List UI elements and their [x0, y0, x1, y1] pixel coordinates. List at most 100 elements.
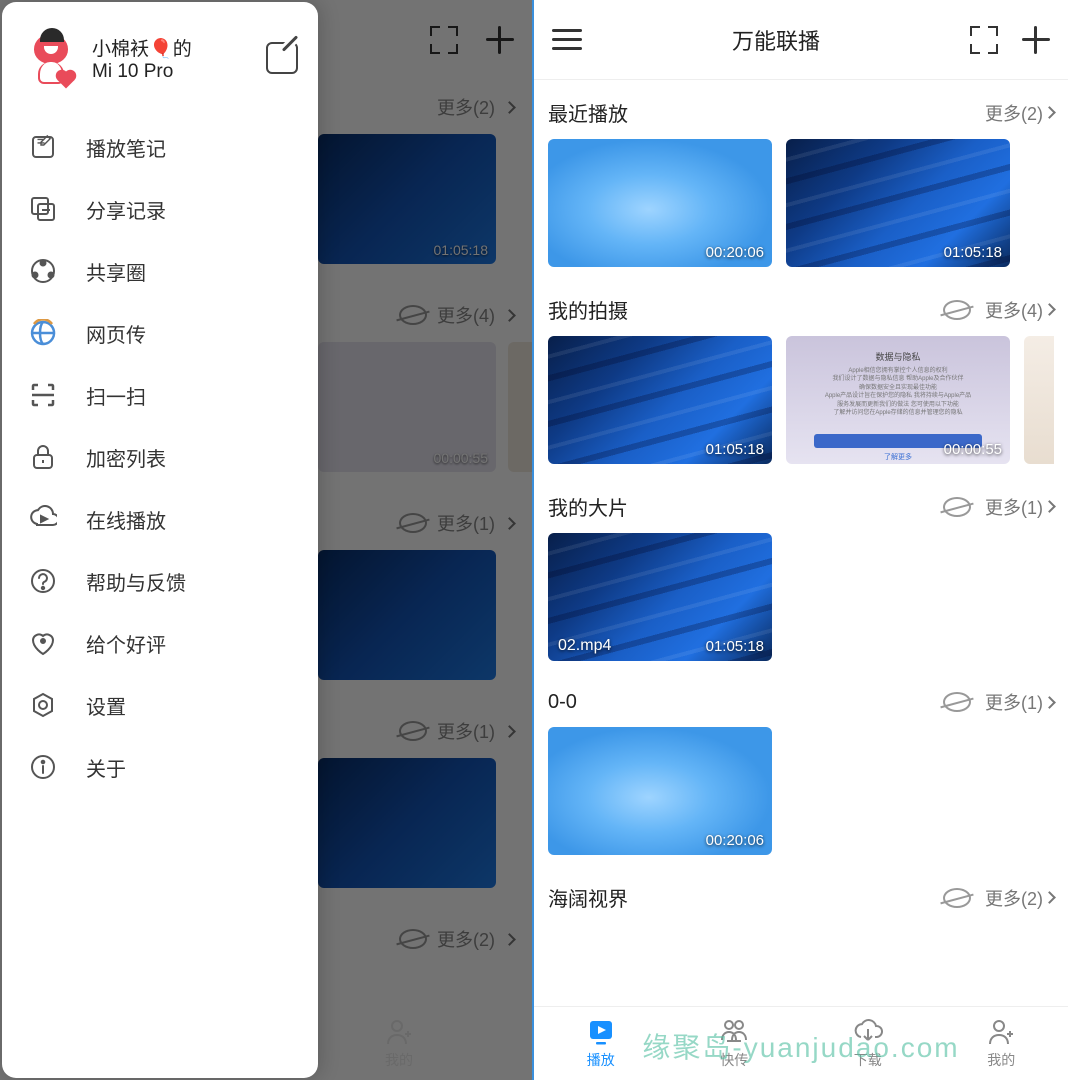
menu-label: 播放笔记: [86, 133, 166, 162]
menu-item-scan[interactable]: 扫一扫: [2, 364, 318, 426]
web-transfer-icon: [28, 318, 58, 348]
video-thumb[interactable]: 02.mp4 01:05:18: [548, 533, 772, 661]
section-header: 我的大片 更多(1): [548, 492, 1054, 521]
left-phone-screen: 更多(2) 01:05:18 更多(4) 00:00:55 更多(1) 更多(1…: [0, 0, 534, 1080]
side-drawer: 小棉袄🎈的 Mi 10 Pro 播放笔记分享记录共享圈网页传扫一扫加密列表在线播…: [2, 2, 318, 1078]
section-header: 海阔视界 更多(2): [548, 883, 1054, 912]
encrypted-icon: [28, 442, 58, 472]
drawer-title: 小棉袄🎈的 Mi 10 Pro: [92, 34, 252, 83]
thumbs-row: 00:20:06: [548, 727, 1054, 855]
edit-button[interactable]: [266, 42, 298, 74]
eye-off-icon[interactable]: [943, 692, 971, 712]
nav-label: 播放: [587, 1050, 615, 1070]
section-title: 我的拍摄: [548, 295, 943, 324]
section-title: 最近播放: [548, 98, 985, 127]
right-header: 万能联播: [534, 0, 1068, 80]
nav-download[interactable]: 下载: [853, 1017, 883, 1070]
chevron-icon: [1043, 500, 1056, 513]
video-thumb[interactable]: 数据与隐私Apple相信您拥有掌控个人信息的权利我们设计了数据与隐私信息 帮助A…: [786, 336, 1010, 464]
download-icon: [853, 1017, 883, 1047]
more-link[interactable]: 更多(4): [985, 297, 1054, 323]
duration: 00:00:55: [944, 441, 1002, 458]
scan-button[interactable]: [970, 26, 998, 54]
section-最近播放: 最近播放更多(2) 00:20:06 01:05:18: [534, 80, 1068, 277]
duration: 01:05:18: [944, 244, 1002, 261]
right-bottom-nav: 播放 快传 下载 我的: [534, 1006, 1068, 1080]
nav-mine[interactable]: 我的: [384, 1017, 414, 1070]
header-actions: [970, 26, 1050, 54]
user-name-suffix: 的: [173, 39, 192, 60]
more-link[interactable]: 更多(2): [985, 885, 1054, 911]
duration: 00:20:06: [706, 832, 764, 849]
nav-play[interactable]: 播放: [586, 1017, 616, 1070]
menu-label: 帮助与反馈: [86, 567, 186, 596]
share-log-icon: [28, 194, 58, 224]
chevron-icon: [1043, 106, 1056, 119]
rate-icon: [28, 628, 58, 658]
eye-off-icon[interactable]: [943, 300, 971, 320]
file-name: 02.mp4: [558, 637, 611, 655]
duration: 01:05:18: [706, 441, 764, 458]
menu-item-web-transfer[interactable]: 网页传: [2, 302, 318, 364]
menu-item-notes[interactable]: 播放笔记: [2, 116, 318, 178]
chevron-icon: [1043, 303, 1056, 316]
mine-icon: [986, 1017, 1016, 1047]
menu-label: 加密列表: [86, 443, 166, 472]
thumbs-row: 01:05:18 数据与隐私Apple相信您拥有掌控个人信息的权利我们设计了数据与…: [548, 336, 1054, 464]
add-button[interactable]: [1022, 26, 1050, 54]
thumbs-row: 00:20:06 01:05:18: [548, 139, 1054, 267]
more-link[interactable]: 更多(1): [985, 494, 1054, 520]
menu-label: 分享记录: [86, 195, 166, 224]
device-name: Mi 10 Pro: [92, 61, 252, 83]
nav-fast[interactable]: 快传: [719, 1017, 749, 1070]
menu-label: 网页传: [86, 319, 146, 348]
section-我的大片: 我的大片 更多(1) 02.mp4 01:05:18: [534, 474, 1068, 671]
nav-label: 快传: [720, 1050, 748, 1070]
more-link[interactable]: 更多(1): [985, 689, 1054, 715]
menu-item-help[interactable]: 帮助与反馈: [2, 550, 318, 612]
menu-label: 扫一扫: [86, 381, 146, 410]
section-title: 我的大片: [548, 492, 943, 521]
chevron-icon: [1043, 696, 1056, 709]
menu-item-settings[interactable]: 设置: [2, 674, 318, 736]
menu-label: 在线播放: [86, 505, 166, 534]
thumbs-row: 02.mp4 01:05:18: [548, 533, 1054, 661]
scan-icon: [28, 380, 58, 410]
nav-label: 下载: [854, 1050, 882, 1070]
video-thumb[interactable]: 00:20:06: [548, 727, 772, 855]
menu-label: 给个好评: [86, 629, 166, 658]
section-title: 海阔视界: [548, 883, 943, 912]
video-thumb[interactable]: 01:05:18: [786, 139, 1010, 267]
video-thumb[interactable]: 00:20:06: [548, 139, 772, 267]
about-icon: [28, 752, 58, 782]
menu-button[interactable]: [552, 29, 582, 50]
chevron-icon: [1043, 891, 1056, 904]
share-circle-icon: [28, 256, 58, 286]
nav-mine[interactable]: 我的: [986, 1017, 1016, 1070]
menu-item-about[interactable]: 关于: [2, 736, 318, 798]
notes-icon: [28, 132, 58, 162]
section-海阔视界: 海阔视界 更多(2): [534, 865, 1068, 934]
menu-item-share-log[interactable]: 分享记录: [2, 178, 318, 240]
section-header: 0-0更多(1): [548, 689, 1054, 715]
avatar[interactable]: [22, 30, 78, 86]
balloon-icon: 🎈: [149, 39, 173, 60]
eye-off-icon[interactable]: [943, 888, 971, 908]
duration: 01:05:18: [706, 638, 764, 655]
right-content[interactable]: 最近播放更多(2)00:20:0601:05:18我的拍摄更多(4)01:05:…: [534, 80, 1068, 1006]
menu-item-online-play[interactable]: 在线播放: [2, 488, 318, 550]
online-play-icon: [28, 504, 58, 534]
duration: 00:20:06: [706, 244, 764, 261]
video-thumb[interactable]: 01:05:18: [548, 336, 772, 464]
person-icon: [384, 1017, 414, 1047]
more-link[interactable]: 更多(2): [985, 100, 1054, 126]
play-icon: [586, 1017, 616, 1047]
nav-label: 我的: [385, 1050, 413, 1070]
video-thumb[interactable]: [1024, 336, 1054, 464]
menu-item-share-circle[interactable]: 共享圈: [2, 240, 318, 302]
section-0-0: 0-0更多(1) 00:20:06: [534, 671, 1068, 865]
menu-item-encrypted[interactable]: 加密列表: [2, 426, 318, 488]
help-icon: [28, 566, 58, 596]
menu-item-rate[interactable]: 给个好评: [2, 612, 318, 674]
eye-off-icon[interactable]: [943, 497, 971, 517]
